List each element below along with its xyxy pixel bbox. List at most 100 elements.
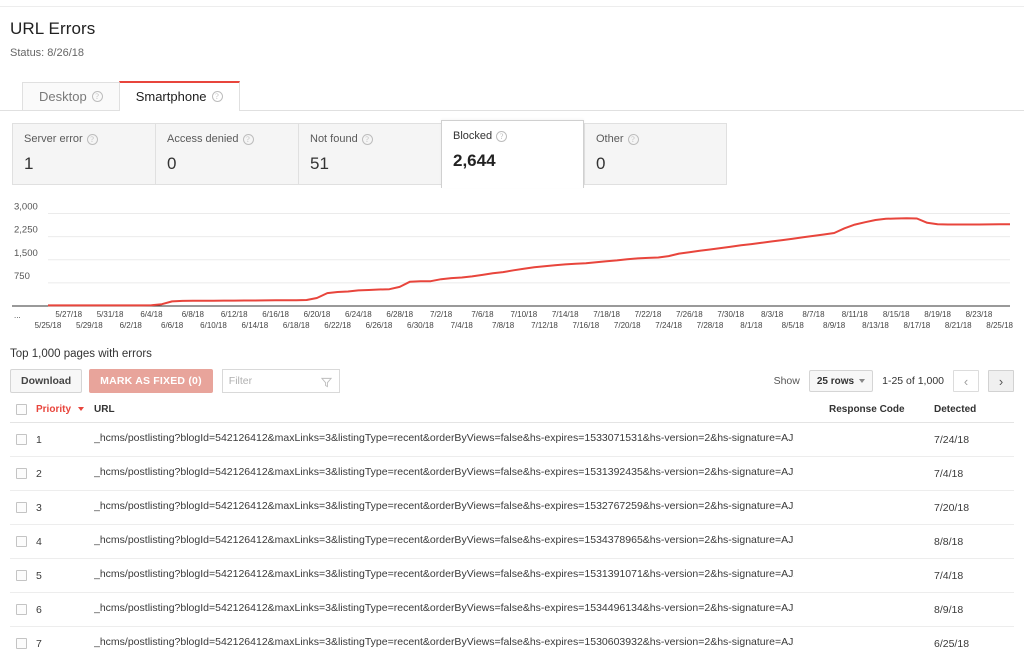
card-server-error-label: Server error xyxy=(24,133,83,145)
x-axis-tick-label: 8/19/18 xyxy=(924,310,951,319)
x-axis-tick-label: 5/25/18 xyxy=(35,321,62,330)
cell-detected: 7/4/18 xyxy=(934,559,1014,593)
table-row[interactable]: 3_hcms/postlisting?blogId=542126412&maxL… xyxy=(10,491,1014,525)
column-header-priority[interactable]: Priority xyxy=(36,404,94,423)
table-row[interactable]: 4_hcms/postlisting?blogId=542126412&maxL… xyxy=(10,525,1014,559)
row-checkbox[interactable] xyxy=(16,570,27,581)
status-text: Status: 8/26/18 xyxy=(10,47,1014,59)
cell-priority: 1 xyxy=(36,423,94,457)
cell-response-code xyxy=(829,627,934,652)
cell-url[interactable]: _hcms/postlisting?blogId=542126412&maxLi… xyxy=(94,525,829,559)
y-axis-tick-label: 2,250 xyxy=(14,225,38,236)
cell-priority: 5 xyxy=(36,559,94,593)
cell-url[interactable]: _hcms/postlisting?blogId=542126412&maxLi… xyxy=(94,593,829,627)
page-header: URL Errors Status: 8/26/18 xyxy=(0,7,1024,59)
card-other[interactable]: Other ? 0 xyxy=(584,123,727,185)
rows-per-page-select[interactable]: 25 rows xyxy=(809,370,873,392)
column-header-url[interactable]: URL xyxy=(94,404,829,423)
card-blocked[interactable]: Blocked ? 2,644 xyxy=(441,120,584,188)
row-select-cell xyxy=(10,491,36,525)
y-axis-tick-label: 1,500 xyxy=(14,248,38,259)
pagination-controls: Show 25 rows 1-25 of 1,000 ‹ › xyxy=(774,370,1014,392)
url-text: _hcms/postlisting?blogId=542126412&maxLi… xyxy=(94,602,794,614)
row-checkbox[interactable] xyxy=(16,468,27,479)
x-axis-tick-label: 8/17/18 xyxy=(904,321,931,330)
row-checkbox[interactable] xyxy=(16,502,27,513)
card-access-denied[interactable]: Access denied ? 0 xyxy=(155,123,298,185)
url-text: _hcms/postlisting?blogId=542126412&maxLi… xyxy=(94,500,794,512)
table-row[interactable]: 2_hcms/postlisting?blogId=542126412&maxL… xyxy=(10,457,1014,491)
next-page-button[interactable]: › xyxy=(988,370,1014,392)
row-checkbox[interactable] xyxy=(16,638,27,649)
help-circle-icon[interactable]: ? xyxy=(496,131,507,142)
cell-url[interactable]: _hcms/postlisting?blogId=542126412&maxLi… xyxy=(94,423,829,457)
select-all-checkbox[interactable] xyxy=(16,404,27,415)
x-axis-tick-label: 7/24/18 xyxy=(655,321,682,330)
x-axis-tick-label: 7/16/18 xyxy=(573,321,600,330)
cell-url[interactable]: _hcms/postlisting?blogId=542126412&maxLi… xyxy=(94,491,829,525)
result-range-label: 1-25 of 1,000 xyxy=(882,375,944,387)
x-axis-tick-label: 5/29/18 xyxy=(76,321,103,330)
x-axis-tick-label: 6/30/18 xyxy=(407,321,434,330)
cell-detected: 7/4/18 xyxy=(934,457,1014,491)
help-circle-icon[interactable]: ? xyxy=(92,91,103,102)
cell-detected: 7/24/18 xyxy=(934,423,1014,457)
table-row[interactable]: 7_hcms/postlisting?blogId=542126412&maxL… xyxy=(10,627,1014,652)
download-button[interactable]: Download xyxy=(10,369,82,393)
cell-url[interactable]: _hcms/postlisting?blogId=542126412&maxLi… xyxy=(94,457,829,491)
cell-priority: 4 xyxy=(36,525,94,559)
errors-table: Priority URL Response Code Detected 1_hc… xyxy=(10,404,1014,652)
column-header-detected[interactable]: Detected xyxy=(934,404,1014,423)
filter-field[interactable] xyxy=(222,369,340,393)
y-axis-tick-label: 3,000 xyxy=(14,202,38,213)
help-circle-icon[interactable]: ? xyxy=(628,134,639,145)
sort-desc-icon xyxy=(78,407,84,411)
mark-as-fixed-button[interactable]: MARK AS FIXED (0) xyxy=(89,369,213,393)
tab-smartphone[interactable]: Smartphone ? xyxy=(119,81,240,111)
card-access-denied-value: 0 xyxy=(167,154,298,174)
chevron-down-icon xyxy=(859,379,865,383)
url-text: _hcms/postlisting?blogId=542126412&maxLi… xyxy=(94,568,794,580)
help-circle-icon[interactable]: ? xyxy=(243,134,254,145)
row-checkbox[interactable] xyxy=(16,604,27,615)
row-select-cell xyxy=(10,525,36,559)
filter-input[interactable] xyxy=(223,375,313,387)
x-axis-tick-label: 7/30/18 xyxy=(717,310,744,319)
table-row[interactable]: 6_hcms/postlisting?blogId=542126412&maxL… xyxy=(10,593,1014,627)
card-access-denied-label: Access denied xyxy=(167,133,239,145)
table-caption: Top 1,000 pages with errors xyxy=(10,348,1024,360)
url-text: _hcms/postlisting?blogId=542126412&maxLi… xyxy=(94,534,794,546)
cell-detected: 7/20/18 xyxy=(934,491,1014,525)
help-circle-icon[interactable]: ? xyxy=(362,134,373,145)
row-checkbox[interactable] xyxy=(16,434,27,445)
tab-desktop[interactable]: Desktop ? xyxy=(22,82,120,110)
x-axis-tick-label: 6/14/18 xyxy=(242,321,269,330)
cell-priority: 6 xyxy=(36,593,94,627)
row-checkbox[interactable] xyxy=(16,536,27,547)
help-circle-icon[interactable]: ? xyxy=(212,91,223,102)
card-not-found-value: 51 xyxy=(310,154,441,174)
help-circle-icon[interactable]: ? xyxy=(87,134,98,145)
column-header-priority-label: Priority xyxy=(36,404,71,415)
row-select-cell xyxy=(10,627,36,652)
rows-per-page-value: 25 rows xyxy=(817,376,854,387)
cell-response-code xyxy=(829,491,934,525)
card-server-error-value: 1 xyxy=(24,154,155,174)
prev-page-button[interactable]: ‹ xyxy=(953,370,979,392)
x-axis-tick-label: 8/7/18 xyxy=(802,310,825,319)
x-axis-tick-label: 6/6/18 xyxy=(161,321,184,330)
show-label: Show xyxy=(774,375,800,387)
table-row[interactable]: 1_hcms/postlisting?blogId=542126412&maxL… xyxy=(10,423,1014,457)
cell-url[interactable]: _hcms/postlisting?blogId=542126412&maxLi… xyxy=(94,627,829,652)
card-label-wrap: Blocked ? xyxy=(453,130,583,142)
card-other-label: Other xyxy=(596,133,624,145)
card-not-found[interactable]: Not found ? 51 xyxy=(298,123,441,185)
table-toolbar: Download MARK AS FIXED (0) Show 25 rows … xyxy=(10,368,1014,394)
table-row[interactable]: 5_hcms/postlisting?blogId=542126412&maxL… xyxy=(10,559,1014,593)
column-header-response-code[interactable]: Response Code xyxy=(829,404,934,423)
x-axis-tick-label: 6/2/18 xyxy=(120,321,143,330)
cell-url[interactable]: _hcms/postlisting?blogId=542126412&maxLi… xyxy=(94,559,829,593)
filter-funnel-icon[interactable] xyxy=(321,375,332,393)
card-server-error[interactable]: Server error ? 1 xyxy=(12,123,155,185)
y-axis-tick-label: 750 xyxy=(14,271,30,282)
